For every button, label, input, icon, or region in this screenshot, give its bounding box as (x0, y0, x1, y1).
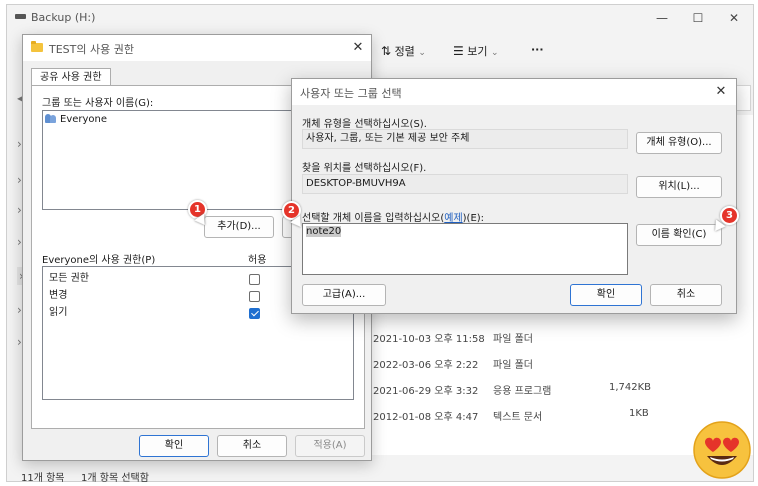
file-type: 파일 폴더 (493, 360, 533, 371)
minimize-button[interactable]: — (647, 8, 677, 28)
permission-name: 모든 권한 (49, 273, 89, 284)
file-size: 1,742KB (609, 382, 652, 393)
file-type: 파일 폴더 (493, 334, 533, 345)
explorer-title: Backup (H:) (31, 11, 96, 24)
permissions-title-bar: TEST의 사용 권한 ✕ (23, 35, 371, 61)
file-row[interactable]: 2012-01-08 오후 4:47 텍스트 문서 1KB (373, 405, 673, 423)
close-button[interactable]: ✕ (719, 8, 749, 28)
object-types-button[interactable]: 개체 유형(O)... (636, 132, 722, 154)
file-row[interactable]: 2022-03-06 오후 2:22 파일 폴더 (373, 353, 673, 371)
file-date: 2021-10-03 오후 11:58 (373, 334, 485, 345)
ok-button[interactable]: 확인 (570, 284, 642, 306)
file-row[interactable]: 2021-10-03 오후 11:58 파일 폴더 (373, 327, 673, 345)
sort-icon: ⇅ (381, 44, 392, 58)
select-users-title-bar: 사용자 또는 그룹 선택 ✕ (292, 79, 736, 105)
close-icon[interactable]: ✕ (712, 83, 730, 101)
maximize-button[interactable]: ☐ (683, 8, 713, 28)
permission-row: 변경 (49, 288, 67, 304)
object-names-input[interactable]: note20 (302, 223, 628, 275)
chevron-down-icon: ⌄ (491, 48, 499, 58)
view-icon: ☰ (453, 44, 464, 58)
location-field: DESKTOP-BMUVH9A (302, 174, 628, 194)
object-type-field: 사용자, 그룹, 또는 기본 제공 보안 주체 (302, 129, 628, 149)
more-options-button[interactable]: ··· (531, 43, 544, 56)
heart-eyes-emoji-icon (693, 421, 751, 479)
sort-button[interactable]: ⇅ 정렬 ⌄ (381, 43, 426, 59)
select-users-dialog: 사용자 또는 그룹 선택 ✕ 개체 유형을 선택하십시오(S). 사용자, 그룹… (291, 78, 737, 314)
file-type: 텍스트 문서 (493, 412, 543, 423)
permission-row: 읽기 (49, 305, 67, 321)
cancel-button[interactable]: 취소 (217, 435, 287, 457)
allow-header: 허용 (248, 255, 267, 266)
allow-checkbox-change[interactable] (249, 291, 260, 302)
explorer-title-bar: Backup (H:) — ☐ ✕ (7, 5, 753, 31)
file-date: 2021-06-29 오후 3:32 (373, 386, 479, 397)
file-row[interactable]: 2021-06-29 오후 3:32 응용 프로그램 1,742KB (373, 379, 673, 397)
item-count: 11개 항목 (21, 473, 65, 484)
object-names-value: note20 (306, 226, 342, 237)
advanced-button[interactable]: 고급(A)... (302, 284, 386, 306)
permission-name: 읽기 (49, 307, 68, 318)
cancel-button[interactable]: 취소 (650, 284, 722, 306)
status-bar: 11개 항목 1개 항목 선택함 (7, 465, 753, 484)
permission-row: 모든 권한 (49, 271, 89, 287)
locations-button[interactable]: 위치(L)... (636, 176, 722, 198)
view-label: 보기 (467, 45, 488, 58)
permissions-header: Everyone의 사용 권한(P) (42, 255, 156, 266)
allow-checkbox-full-control[interactable] (249, 274, 260, 285)
file-type: 응용 프로그램 (493, 386, 552, 397)
permission-name: 변경 (49, 290, 68, 301)
allow-checkbox-read[interactable] (249, 308, 260, 319)
group-label: 그룹 또는 사용자 이름(G): (42, 98, 154, 109)
ok-button[interactable]: 확인 (139, 435, 209, 457)
apply-button[interactable]: 적용(A) (295, 435, 365, 457)
users-icon (45, 114, 57, 123)
step-badge-3: 3 (720, 206, 739, 225)
close-icon[interactable]: ✕ (349, 39, 367, 57)
view-button[interactable]: ☰ 보기 ⌄ (453, 43, 499, 59)
file-size: 1KB (629, 408, 649, 419)
selected-count: 1개 항목 선택함 (81, 473, 149, 484)
tab-share-permissions[interactable]: 공유 사용 권한 (31, 68, 111, 86)
location-label: 찾을 위치를 선택하십시오(F). (302, 163, 427, 174)
file-date: 2012-01-08 오후 4:47 (373, 412, 479, 423)
object-type-label: 개체 유형을 선택하십시오(S). (302, 119, 427, 130)
drive-icon (15, 14, 26, 19)
select-users-title: 사용자 또는 그룹 선택 (300, 87, 402, 100)
permissions-title: TEST의 사용 권한 (49, 43, 134, 56)
user-name: Everyone (60, 114, 108, 125)
add-button[interactable]: 추가(D)... (204, 216, 274, 238)
file-date: 2022-03-06 오후 2:22 (373, 360, 479, 371)
folder-icon (31, 41, 43, 52)
chevron-down-icon: ⌄ (418, 48, 426, 58)
names-label: 선택할 개체 이름을 입력하십시오(예제)(E): (302, 209, 484, 224)
sort-label: 정렬 (394, 45, 415, 58)
